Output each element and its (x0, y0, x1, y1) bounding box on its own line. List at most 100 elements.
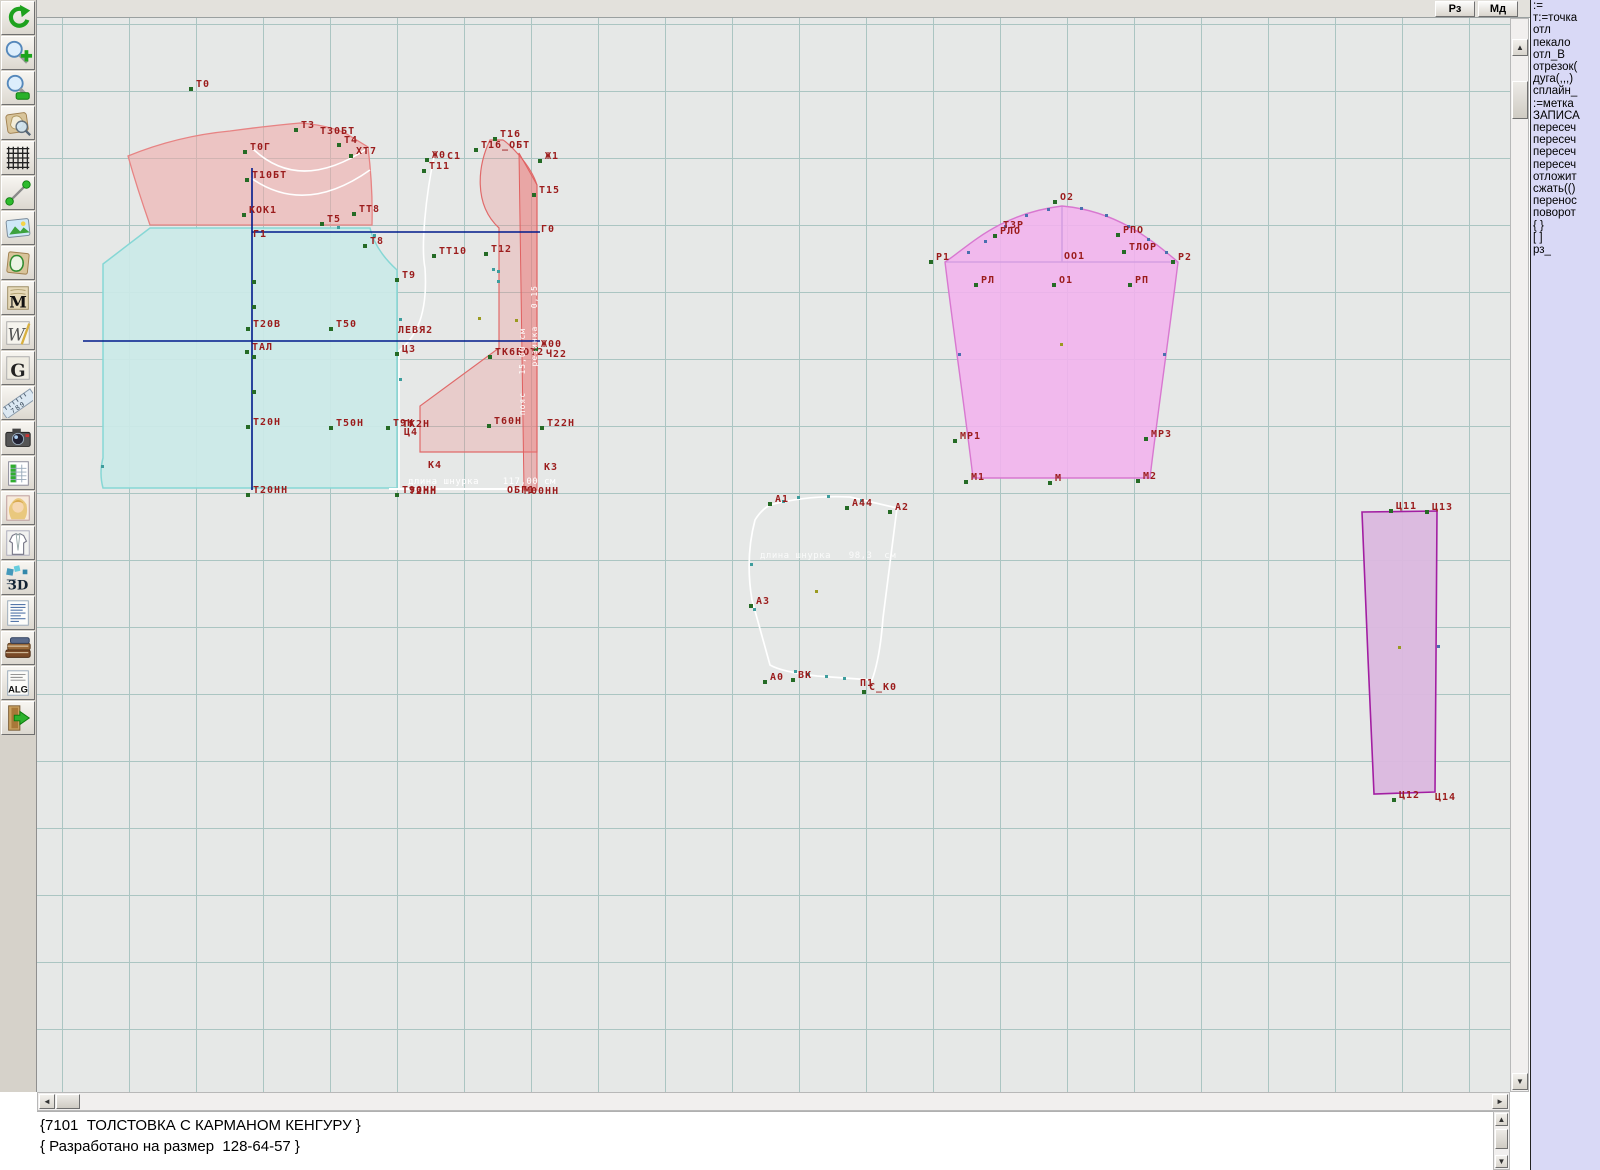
scroll-up-icon[interactable]: ▲ (1512, 39, 1528, 56)
books-icon[interactable] (1, 631, 35, 665)
point-label: ВК (798, 670, 812, 681)
point-label: М1 (971, 472, 985, 483)
command-line-17[interactable]: поворот (1531, 207, 1600, 219)
program-text-area[interactable]: {7101 ТОЛСТОВКА С КАРМАНОМ КЕНГУРУ } { Р… (37, 1111, 1493, 1170)
point-label: Т11 (429, 161, 450, 172)
command-line-14[interactable]: отложит (1531, 171, 1600, 183)
point-label: М2 (1143, 471, 1157, 482)
point-marker (1425, 510, 1429, 514)
command-panel: :=т:=точкаотлпекалоотл_Вотрезок(дуга(,,,… (1530, 0, 1600, 1170)
point-label: РПО (1123, 225, 1144, 236)
garment-sketch-icon[interactable] (1, 526, 35, 560)
text-scroll-up-icon[interactable]: ▲ (1495, 1113, 1508, 1126)
point-marker (1122, 250, 1126, 254)
command-line-11[interactable]: пересеч (1531, 134, 1600, 146)
point-marker (386, 426, 390, 430)
teal-curve-dot (399, 318, 402, 321)
hscroll-thumb[interactable] (56, 1094, 80, 1109)
command-line-16[interactable]: перенос (1531, 195, 1600, 207)
text-vscroll-thumb[interactable] (1495, 1129, 1508, 1149)
scroll-down-icon[interactable]: ▼ (1512, 1073, 1528, 1090)
command-line-10[interactable]: пересеч (1531, 122, 1600, 134)
point-label: ТЛОР (1129, 242, 1157, 253)
point-marker (252, 305, 256, 309)
command-line-1[interactable]: т:=точка (1531, 12, 1600, 24)
alg-document-icon[interactable]: ALG (1, 666, 35, 700)
measure-text: длина шнурка 117,00 см (408, 477, 556, 487)
picture-icon[interactable] (1, 211, 35, 245)
command-line-3[interactable]: пекало (1531, 37, 1600, 49)
point-marker (768, 502, 772, 506)
point-label: МР3 (1151, 429, 1172, 440)
command-line-4[interactable]: отл_В (1531, 49, 1600, 61)
teal-curve-dot (843, 677, 846, 680)
command-line-9[interactable]: ЗАПИСА (1531, 110, 1600, 122)
point-label: С_К0 (869, 682, 897, 693)
program-line-1: {7101 ТОЛСТОВКА С КАРМАНОМ КЕНГУРУ } (40, 1115, 1493, 1136)
view-piece-icon[interactable] (1, 106, 35, 140)
zoom-in-icon[interactable] (1, 36, 35, 70)
rz-button[interactable]: Рз (1435, 1, 1475, 17)
spreadsheet-icon[interactable] (1, 456, 35, 490)
point-marker (1171, 260, 1175, 264)
point-label: МР1 (960, 431, 981, 442)
blue-curve-dot (1080, 207, 1083, 210)
teal-curve-dot (753, 608, 756, 611)
point-label: О2 (1060, 192, 1074, 203)
point-label: РП (1135, 275, 1149, 286)
point-marker (329, 426, 333, 430)
command-line-7[interactable]: сплайн_ (1531, 85, 1600, 97)
undo-icon[interactable] (1, 1, 35, 35)
g-letter-icon[interactable]: G (1, 351, 35, 385)
command-line-13[interactable]: пересеч (1531, 159, 1600, 171)
teal-curve-dot (101, 465, 104, 468)
teal-curve-dot (825, 675, 828, 678)
scroll-left-icon[interactable]: ◄ (39, 1094, 55, 1109)
portrait-icon[interactable] (1, 491, 35, 525)
command-line-18[interactable]: { } (1531, 220, 1600, 232)
scroll-right-icon[interactable]: ► (1492, 1094, 1508, 1109)
camera-icon[interactable] (1, 421, 35, 455)
point-label: Т4 (344, 135, 358, 146)
command-line-0[interactable]: := (1531, 0, 1600, 12)
pattern-piece-icon[interactable] (1, 246, 35, 280)
document-list-icon[interactable] (1, 596, 35, 630)
md-button[interactable]: Мд (1478, 1, 1518, 17)
exit-door-icon[interactable] (1, 701, 35, 735)
teal-curve-dot (750, 563, 753, 566)
point-label: Т3 (301, 120, 315, 131)
command-line-20[interactable]: рз_ (1531, 244, 1600, 256)
canvas-vscrollbar[interactable]: ▲ ▼ (1510, 18, 1529, 1092)
text-scroll-down-icon[interactable]: ▼ (1495, 1155, 1508, 1168)
point-marker (888, 510, 892, 514)
blue-curve-dot (1147, 238, 1150, 241)
top-strip: Рз Мд (37, 0, 1530, 18)
point-marker (246, 425, 250, 429)
teal-curve-dot (399, 378, 402, 381)
measure-line-icon[interactable] (1, 176, 35, 210)
drawing-canvas[interactable]: Т0Т3Т30БТТ4Т0ГХТ7Т10БТКОК1ТТ8Т5Г1Т8Т16Т1… (37, 18, 1510, 1092)
canvas-hscrollbar[interactable]: ◄ ► (37, 1092, 1510, 1111)
command-line-6[interactable]: дуга(,,,) (1531, 73, 1600, 85)
point-marker (474, 148, 478, 152)
command-line-12[interactable]: пересеч (1531, 146, 1600, 158)
pattern-m-icon[interactable]: M (1, 281, 35, 315)
point-marker (484, 252, 488, 256)
point-marker (532, 193, 536, 197)
command-line-19[interactable]: [ ] (1531, 232, 1600, 244)
blue-curve-dot (1105, 214, 1108, 217)
vscroll-thumb[interactable] (1512, 81, 1528, 119)
command-line-2[interactable]: отл (1531, 24, 1600, 36)
ruler-icon[interactable]: 7 8 9 (1, 386, 35, 420)
teal-curve-dot (497, 270, 500, 273)
measure-text: пояс 15,00 см (518, 328, 527, 415)
compass-w-icon[interactable]: W (1, 316, 35, 350)
zoom-out-icon[interactable] (1, 71, 35, 105)
grid-icon[interactable] (1, 141, 35, 175)
threed-icon[interactable]: 3D (1, 561, 35, 595)
command-line-8[interactable]: :=метка (1531, 98, 1600, 110)
command-line-5[interactable]: отрезок( (1531, 61, 1600, 73)
point-label: Р1 (936, 252, 950, 263)
textarea-vscrollbar[interactable]: ▲ ▼ (1493, 1111, 1510, 1170)
command-line-15[interactable]: сжать(() (1531, 183, 1600, 195)
